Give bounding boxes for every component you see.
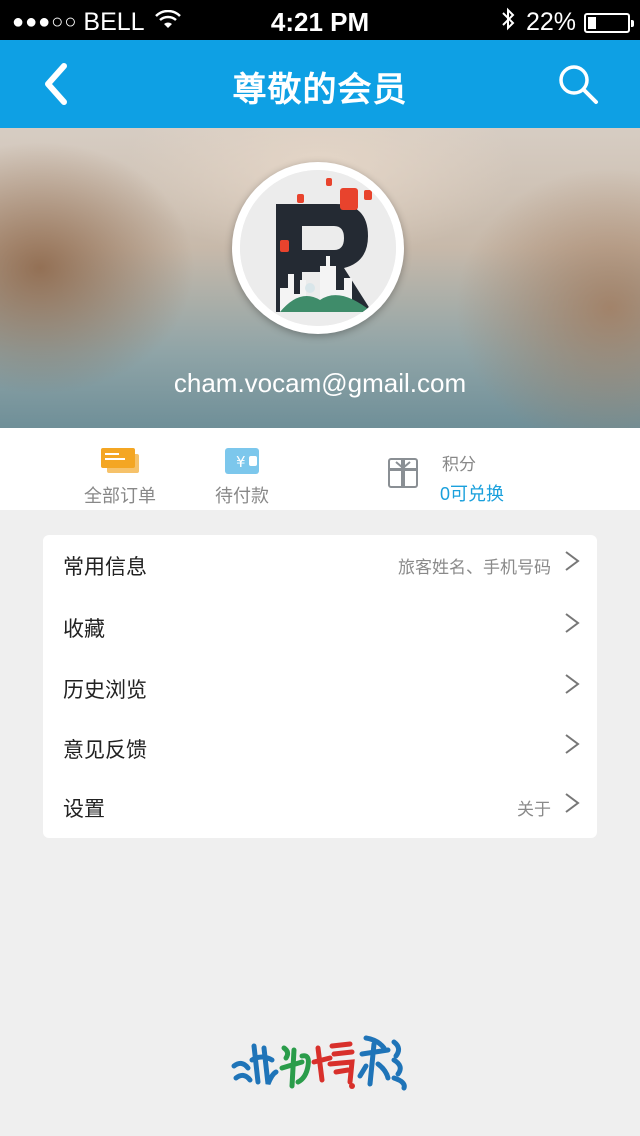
- points-value: 0可兑换: [440, 484, 505, 504]
- nav-bar: 尊敬的会员: [0, 40, 640, 128]
- status-bar: ●●●○○ BELL 4:21 PM 22%: [0, 0, 640, 40]
- gift-icon: [388, 458, 418, 488]
- points-exchange-button[interactable]: 积分 0可兑换: [380, 428, 580, 510]
- search-icon: [559, 65, 598, 104]
- all-orders-label: 全部订单: [84, 486, 156, 506]
- menu-item-common-info[interactable]: 常用信息 旅客姓名、手机号码: [43, 535, 597, 595]
- order-stats-bar: 全部订单 ¥ 待付款 积分 0可兑换: [0, 428, 640, 510]
- brand-logo: [228, 1026, 412, 1092]
- menu-item-favorites[interactable]: 收藏: [43, 597, 597, 657]
- svg-text:¥: ¥: [236, 453, 246, 471]
- settings-menu: 常用信息 旅客姓名、手机号码 收藏 历史浏览 意见反馈 设置 关于: [43, 535, 597, 838]
- menu-item-label: 历史浏览: [63, 679, 147, 702]
- user-email: cham.vocam@gmail.com: [173, 368, 467, 398]
- battery-percent: 22%: [525, 8, 576, 36]
- wallet-yen-icon: ¥: [223, 448, 261, 474]
- points-label: 积分: [442, 455, 476, 474]
- menu-item-label: 意见反馈: [63, 739, 147, 762]
- letter-r-city-avatar: [240, 170, 396, 326]
- ticket-icon: [101, 448, 139, 474]
- page-title: 尊敬的会员: [232, 71, 408, 109]
- pending-payment-label: 待付款: [215, 486, 269, 506]
- chevron-right-icon: [565, 793, 580, 813]
- avatar-frame[interactable]: [232, 162, 404, 334]
- menu-item-hint: 关于: [517, 800, 551, 819]
- menu-item-settings[interactable]: 设置 关于: [43, 777, 597, 837]
- bluetooth-icon: [500, 7, 516, 38]
- chevron-right-icon: [565, 734, 580, 754]
- menu-item-label: 收藏: [63, 618, 105, 641]
- pending-payment-button[interactable]: ¥ 待付款: [192, 428, 292, 510]
- battery-icon: [584, 12, 634, 33]
- menu-item-hint: 旅客姓名、手机号码: [398, 558, 551, 577]
- chevron-right-icon: [565, 551, 580, 571]
- battery-level-fill: [588, 16, 596, 29]
- menu-item-history[interactable]: 历史浏览: [43, 658, 597, 718]
- profile-header: cham.vocam@gmail.com: [0, 128, 640, 428]
- chevron-right-icon: [565, 674, 580, 694]
- menu-item-label: 设置: [63, 798, 105, 821]
- menu-item-label: 常用信息: [63, 556, 147, 579]
- menu-item-feedback[interactable]: 意见反馈: [43, 718, 597, 778]
- avatar[interactable]: [240, 170, 396, 326]
- all-orders-button[interactable]: 全部订单: [70, 428, 170, 510]
- chevron-right-icon: [565, 613, 580, 633]
- search-button[interactable]: [556, 62, 600, 106]
